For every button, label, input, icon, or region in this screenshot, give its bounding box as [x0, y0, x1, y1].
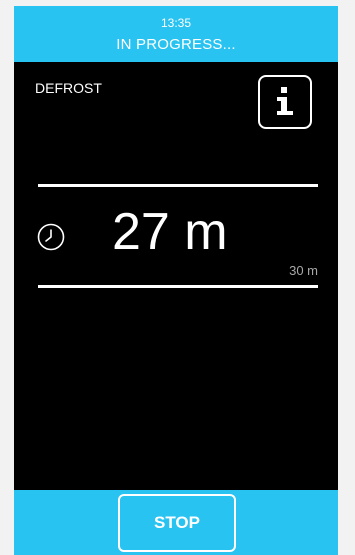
info-icon — [275, 87, 295, 117]
cooking-status: IN PROGRESS... — [116, 36, 236, 53]
total-time: 30 m — [289, 263, 318, 278]
status-header: 13:35 IN PROGRESS... — [14, 6, 338, 62]
remaining-time: 27 m — [112, 203, 228, 261]
program-name: DEFROST — [35, 80, 102, 96]
current-time: 13:35 — [160, 16, 192, 30]
info-button[interactable] — [258, 75, 312, 129]
timer-divider-top — [38, 184, 318, 187]
oven-display: 13:35 IN PROGRESS... DEFROST 27 m 30 m S… — [14, 6, 338, 555]
action-footer: STOP — [14, 490, 338, 555]
timer-divider-bottom — [38, 285, 318, 288]
clock-icon — [36, 222, 66, 257]
stop-button[interactable]: STOP — [118, 494, 236, 552]
